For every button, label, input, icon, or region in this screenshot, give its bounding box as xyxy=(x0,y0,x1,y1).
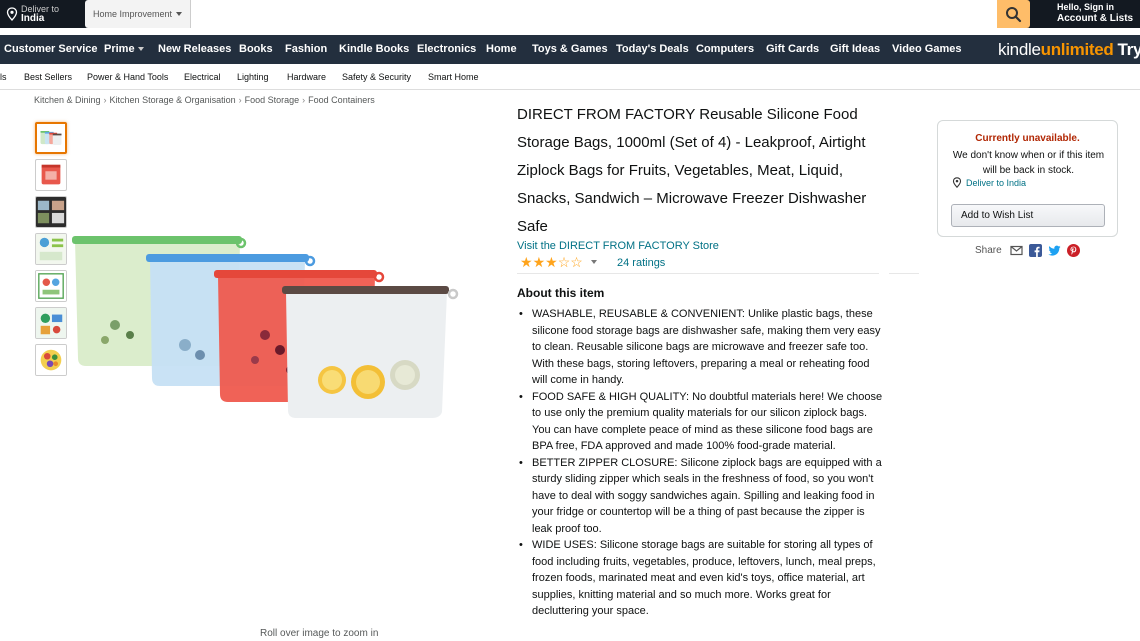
subnav-item-power-hand-tools[interactable]: Power & Hand Tools xyxy=(87,72,168,82)
account-greeting: Hello, Sign in xyxy=(1057,2,1115,12)
star-empty-icon: ☆ xyxy=(570,254,583,270)
search-department-dropdown[interactable]: Home Improvement xyxy=(85,0,192,28)
thumbnail-image-6[interactable] xyxy=(35,307,67,339)
breadcrumb-kitchen-storage[interactable]: Kitchen Storage & Organisation xyxy=(110,95,236,105)
nav-item-kindle-books[interactable]: Kindle Books xyxy=(339,43,409,55)
star-full-icon: ★ xyxy=(545,254,558,270)
subnav-item-tools-truncated[interactable]: ls xyxy=(0,72,7,82)
nav-item-todays-deals[interactable]: Today's Deals xyxy=(616,43,689,55)
subnav-item-best-sellers[interactable]: Best Sellers xyxy=(24,72,72,82)
top-nav-bar: Deliver to India Home Improvement Hello,… xyxy=(0,0,1140,28)
subnav-item-hardware[interactable]: Hardware xyxy=(287,72,326,82)
thumbnail-image-5[interactable] xyxy=(35,270,67,302)
subnav-item-safety-security[interactable]: Safety & Security xyxy=(342,72,411,82)
red-bag-thumbnail xyxy=(41,164,61,185)
breadcrumb-food-containers[interactable]: Food Containers xyxy=(308,95,375,105)
about-heading: About this item xyxy=(517,286,605,300)
chevron-down-icon[interactable] xyxy=(590,260,597,264)
deliver-to-label: Deliver to India xyxy=(966,177,1027,188)
product-title: DIRECT FROM FACTORY Reusable Silicone Fo… xyxy=(517,106,867,235)
nav-item-home[interactable]: Home xyxy=(486,43,517,55)
kindle-logo-text: kindle xyxy=(998,40,1041,59)
nav-item-books[interactable]: Books xyxy=(239,43,273,55)
add-to-wish-list-button[interactable]: Add to Wish List xyxy=(951,204,1105,227)
pinterest-icon[interactable] xyxy=(1066,244,1080,257)
nav-item-computers[interactable]: Computers xyxy=(696,43,754,55)
subnav-item-lighting[interactable]: Lighting xyxy=(237,72,269,82)
ratings-count-link[interactable]: 24 ratings xyxy=(617,257,665,269)
facebook-icon[interactable] xyxy=(1028,244,1042,257)
search-department-label: Home Improvement xyxy=(93,9,173,19)
section-divider xyxy=(889,273,919,274)
subnav-item-electrical[interactable]: Electrical xyxy=(184,72,221,82)
feature-bullet-washable: WASHABLE, REUSABLE & CONVENIENT: Unlike … xyxy=(517,306,887,389)
availability-message: We don't know when or if this item will … xyxy=(952,150,1105,176)
deliver-to-location[interactable]: Deliver to India xyxy=(6,1,59,27)
unlimited-logo-text: unlimited xyxy=(1040,40,1114,59)
zoom-hint: Roll over image to zoom in xyxy=(260,628,379,639)
buy-box: Currently unavailable. We don't know whe… xyxy=(937,120,1118,237)
search-button[interactable] xyxy=(997,0,1030,28)
thumbnail-image-4[interactable] xyxy=(35,233,67,265)
product-bags-thumbnail xyxy=(40,131,62,145)
thumbnail-image-7[interactable] xyxy=(35,344,67,376)
star-empty-icon: ☆ xyxy=(557,254,571,270)
thumbnail-image-3[interactable] xyxy=(35,196,67,228)
main-product-image[interactable] xyxy=(70,230,470,430)
main-nav-bar: Customer Service Prime New Releases Book… xyxy=(0,35,1140,64)
feature-bullet-zipper: BETTER ZIPPER CLOSURE: Silicone ziplock … xyxy=(517,455,887,538)
deliver-to-link[interactable]: Deliver to India xyxy=(952,177,1026,188)
features-thumbnail xyxy=(36,234,66,264)
lifestyle-thumbnail xyxy=(36,197,66,227)
location-pin-icon xyxy=(952,177,962,188)
feature-bullets: WASHABLE, REUSABLE & CONVENIENT: Unlike … xyxy=(517,306,887,620)
thumbnail-image-2[interactable] xyxy=(35,159,67,191)
nav-item-electronics[interactable]: Electronics xyxy=(417,43,476,55)
account-and-lists[interactable]: Hello, Sign in Account & Lists xyxy=(1057,2,1133,24)
breadcrumb-food-storage[interactable]: Food Storage xyxy=(245,95,300,105)
usage-thumbnail xyxy=(36,308,66,338)
nav-item-prime-label: Prime xyxy=(104,43,135,55)
search-bar: Home Improvement xyxy=(85,0,1030,28)
search-input[interactable] xyxy=(191,0,997,28)
sub-nav-bar: ls Best Sellers Power & Hand Tools Elect… xyxy=(0,64,1140,90)
share-bar: Share xyxy=(975,244,1080,257)
section-divider xyxy=(517,273,879,274)
breadcrumb-separator: › xyxy=(302,95,306,105)
store-link[interactable]: Visit the DIRECT FROM FACTORY Store xyxy=(517,240,719,252)
share-label: Share xyxy=(975,245,1002,256)
breadcrumb-separator: › xyxy=(103,95,107,105)
nav-item-customer-service[interactable]: Customer Service xyxy=(4,43,98,55)
location-pin-icon xyxy=(6,7,18,21)
nav-item-video-games[interactable]: Video Games xyxy=(892,43,962,55)
food-thumbnail xyxy=(36,345,66,375)
breadcrumb: Kitchen & Dining › Kitchen Storage & Organ… xyxy=(34,95,375,105)
breadcrumb-separator: › xyxy=(238,95,242,105)
infographic-thumbnail xyxy=(36,271,66,301)
kindle-promo-cta: Try y xyxy=(1117,40,1140,59)
nav-item-gift-ideas[interactable]: Gift Ideas xyxy=(830,43,880,55)
nav-item-new-releases[interactable]: New Releases xyxy=(158,43,231,55)
breadcrumb-kitchen-dining[interactable]: Kitchen & Dining xyxy=(34,95,101,105)
star-rating[interactable]: ★ ★ ★ ☆ ☆ xyxy=(520,255,597,269)
star-full-icon: ★ xyxy=(520,254,533,270)
nav-item-gift-cards[interactable]: Gift Cards xyxy=(766,43,819,55)
nav-item-prime[interactable]: Prime xyxy=(104,43,144,55)
star-full-icon: ★ xyxy=(532,254,546,270)
search-icon xyxy=(1006,6,1022,22)
nav-item-toys-games[interactable]: Toys & Games xyxy=(532,43,608,55)
feature-bullet-food-safe: FOOD SAFE & HIGH QUALITY: No doubtful ma… xyxy=(517,389,887,455)
subnav-item-smart-home[interactable]: Smart Home xyxy=(428,72,479,82)
availability-status: Currently unavailable. xyxy=(975,133,1080,144)
twitter-icon[interactable] xyxy=(1048,244,1061,257)
kindle-unlimited-promo[interactable]: kindleunlimitedTry y xyxy=(998,40,1140,60)
deliver-country: India xyxy=(21,13,45,24)
account-lists-label: Account & Lists xyxy=(1057,13,1134,24)
feature-bullet-wide-uses: WIDE USES: Silicone storage bags are sui… xyxy=(517,537,887,620)
caret-down-icon xyxy=(176,12,183,16)
nav-item-fashion[interactable]: Fashion xyxy=(285,43,327,55)
email-icon[interactable] xyxy=(1010,244,1023,257)
thumbnail-image-1[interactable] xyxy=(35,122,67,154)
caret-down-icon xyxy=(137,47,144,52)
